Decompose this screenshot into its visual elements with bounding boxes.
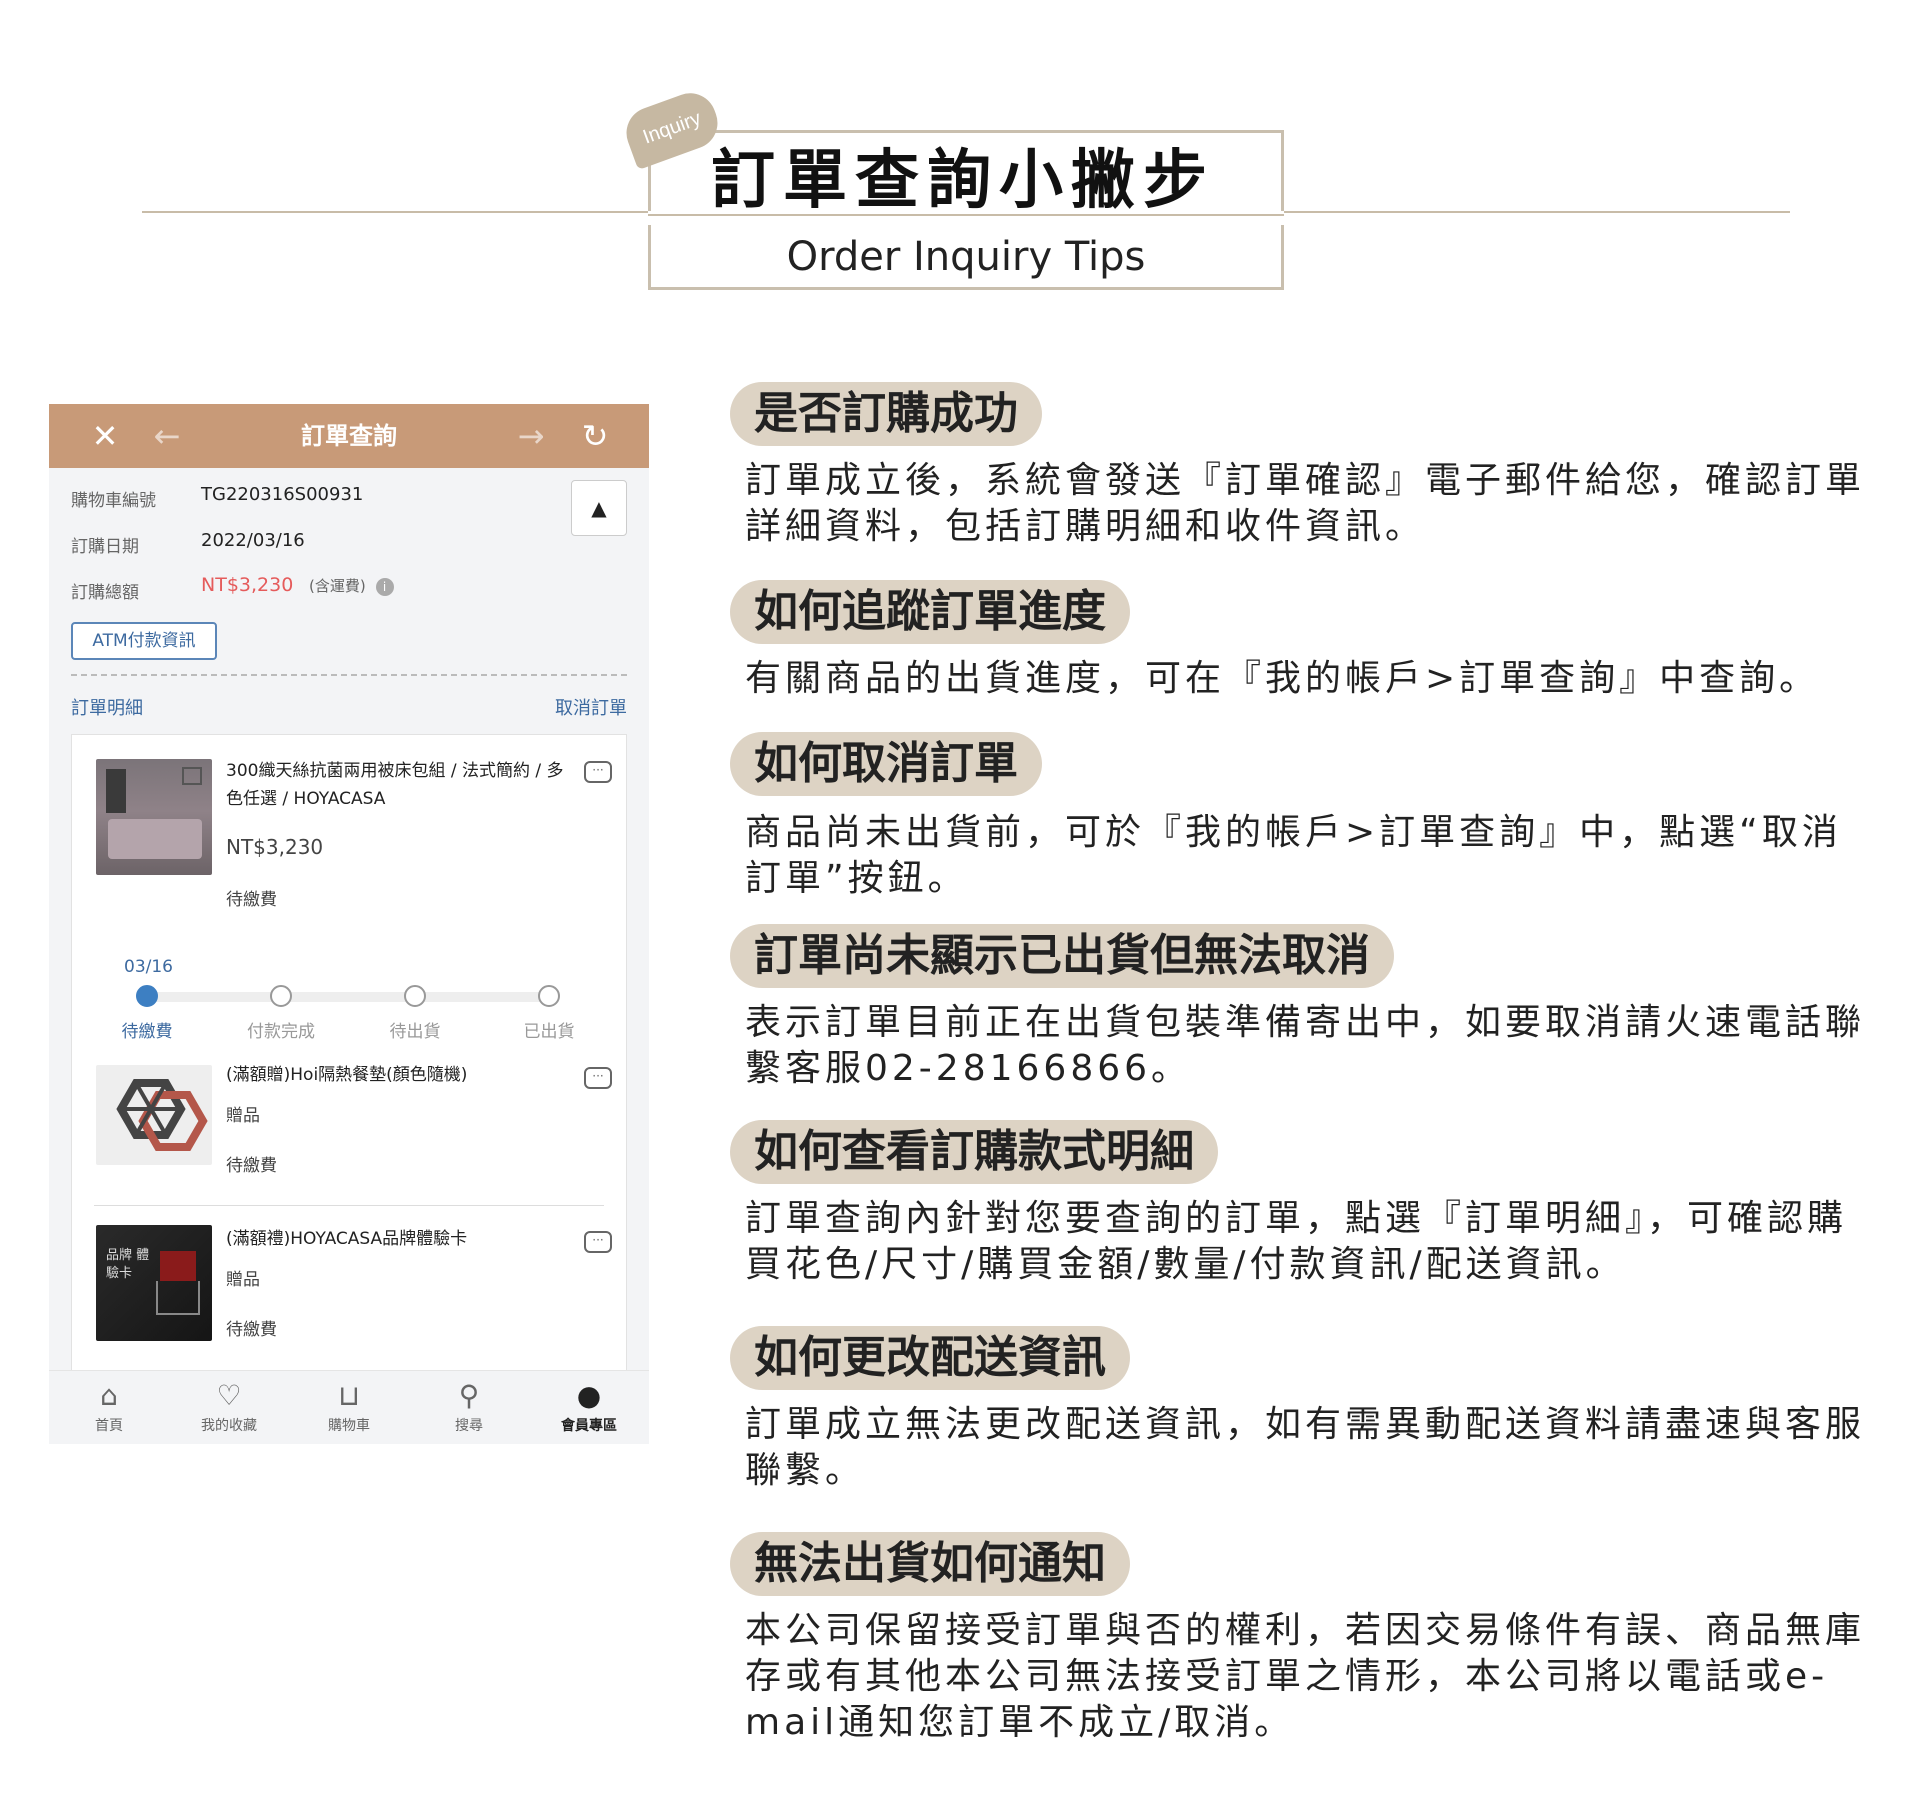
progress-step-dot <box>136 985 158 1007</box>
product-thumb-bedding <box>96 759 212 875</box>
user-icon: ● <box>576 1379 602 1412</box>
tab-home[interactable]: ⌂ 首頁 <box>49 1379 169 1435</box>
message-icon[interactable]: ··· <box>584 1231 612 1253</box>
order-total-note: (含運費) <box>309 577 366 595</box>
faq-question: 如何追蹤訂單進度 <box>730 580 1130 644</box>
faq-answer: 訂單成立無法更改配送資訊，如有需異動配送資料請盡速與客服聯繫。 <box>745 1404 1866 1491</box>
progress-track <box>146 992 550 1002</box>
faq-question: 如何查看訂購款式明細 <box>730 1120 1218 1184</box>
tab-member[interactable]: ● 會員專區 <box>529 1379 649 1435</box>
progress-step-dot <box>538 985 560 1007</box>
cart-no-value: TG220316S00931 <box>201 484 364 505</box>
home-icon: ⌂ <box>100 1379 118 1412</box>
item-status: 待繳費 <box>226 1156 277 1176</box>
item-separator <box>94 1205 604 1206</box>
progress-step-label: 待出貨 <box>389 1022 441 1042</box>
header-box: 訂單查詢小撇步 Order Inquiry Tips <box>648 130 1284 290</box>
faq-answer: 訂單查詢內針對您要查詢的訂單，點選『訂單明細』，可確認購買花色/尺寸/購買金額/… <box>745 1198 1848 1285</box>
progress-step-dot <box>270 985 292 1007</box>
progress-step-label: 付款完成 <box>247 1022 315 1042</box>
trivet-image <box>116 1079 208 1151</box>
faq-question: 如何更改配送資訊 <box>730 1326 1130 1390</box>
item-sub: 贈品 <box>226 1270 260 1290</box>
item-status: 待繳費 <box>226 890 277 910</box>
app-topbar: ✕ ← 訂單查詢 → ↻ <box>49 404 649 468</box>
message-icon[interactable]: ··· <box>584 761 612 783</box>
faq-answer: 有關商品的出貨進度，可在『我的帳戶>訂單查詢』中查詢。 <box>745 658 1820 699</box>
order-items-card: 300織天絲抗菌兩用被床包組 / 法式簡約 / 多色任選 / HOYACASA … <box>71 734 627 1374</box>
order-date-label: 訂購日期 <box>71 537 139 557</box>
faq-answer: 商品尚未出貨前，可於『我的帳戶>訂單查詢』中，點選“取消訂單”按鈕。 <box>745 812 1842 899</box>
message-icon[interactable]: ··· <box>584 1067 612 1089</box>
order-inquiry-screenshot: ✕ ← 訂單查詢 → ↻ 購物車編號 TG220316S00931 訂購日期 2… <box>49 404 649 1444</box>
progress-step-label: 已出貨 <box>523 1022 575 1042</box>
cart-no-label: 購物車編號 <box>71 491 156 511</box>
collapse-button[interactable]: ▲ <box>571 480 627 536</box>
info-icon[interactable]: i <box>375 578 394 596</box>
refresh-icon[interactable]: ↻ <box>573 414 617 458</box>
topbar-title: 訂單查詢 <box>301 422 397 450</box>
tab-cart[interactable]: ⊔ 購物車 <box>289 1379 409 1435</box>
product-thumb-gift-card: 品牌 體驗卡 <box>96 1225 212 1341</box>
heart-icon: ♡ <box>216 1379 242 1412</box>
page-subtitle: Order Inquiry Tips <box>786 234 1146 280</box>
item-name: (滿額贈)Hoi隔熱餐墊(顏色隨機) <box>226 1065 468 1085</box>
product-thumb-trivet <box>96 1065 212 1165</box>
arrow-right-icon[interactable]: → <box>509 414 553 458</box>
page-title: 訂單查詢小撇步 <box>711 144 1215 218</box>
faq-answer: 訂單成立後，系統會發送『訂單確認』電子郵件給您，確認訂單詳細資料，包括訂購明細和… <box>745 460 1866 547</box>
order-total: NT$3,230 (含運費) i <box>201 574 394 596</box>
faq-question: 訂單尚未顯示已出貨但無法取消 <box>730 924 1394 988</box>
order-total-value: NT$3,230 <box>201 574 294 596</box>
progress-date: 03/16 <box>124 957 173 977</box>
divider <box>71 674 627 676</box>
faq-question: 是否訂購成功 <box>730 382 1042 446</box>
caret-up-icon: ▲ <box>591 496 607 520</box>
faq-answer: 本公司保留接受訂單與否的權利，若因交易條件有誤、商品無庫存或有其他本公司無法接受… <box>745 1610 1866 1743</box>
faq-question: 如何取消訂單 <box>730 732 1042 796</box>
atm-payment-button[interactable]: ATM付款資訊 <box>71 622 217 660</box>
cancel-order-link[interactable]: 取消訂單 <box>555 694 627 720</box>
bottom-tabbar: ⌂ 首頁 ♡ 我的收藏 ⊔ 購物車 ⚲ 搜尋 ● 會員專區 <box>49 1370 649 1444</box>
faq-question: 無法出貨如何通知 <box>730 1532 1130 1596</box>
progress-step-dot <box>404 985 426 1007</box>
order-date-value: 2022/03/16 <box>201 530 305 551</box>
order-total-label: 訂購總額 <box>71 583 139 603</box>
cart-icon: ⊔ <box>338 1379 360 1412</box>
item-name: (滿額禮)HOYACASA品牌體驗卡 <box>226 1229 468 1249</box>
progress-step-label: 待繳費 <box>121 1022 173 1042</box>
search-icon: ⚲ <box>458 1379 480 1412</box>
item-name: 300織天絲抗菌兩用被床包組 / 法式簡約 / 多色任選 / HOYACASA <box>226 761 564 809</box>
tab-search[interactable]: ⚲ 搜尋 <box>409 1379 529 1435</box>
item-sub: 贈品 <box>226 1106 260 1126</box>
gift-card-text: 品牌 體驗卡 <box>106 1248 150 1281</box>
order-detail-link[interactable]: 訂單明細 <box>71 694 143 720</box>
item-price: NT$3,230 <box>226 835 324 859</box>
faq-answer: 表示訂單目前正在出貨包裝準備寄出中，如要取消請火速電話聯繫客服02-281668… <box>745 1002 1866 1089</box>
tab-favorites[interactable]: ♡ 我的收藏 <box>169 1379 289 1435</box>
item-status: 待繳費 <box>226 1320 277 1340</box>
